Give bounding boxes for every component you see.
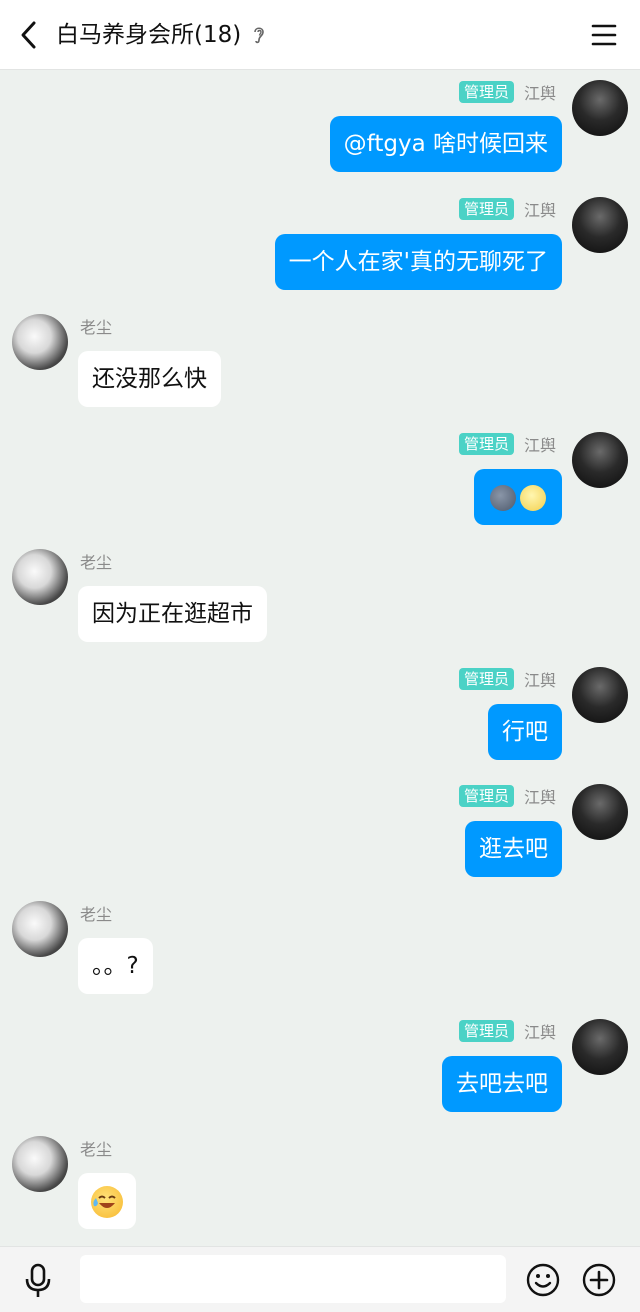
message-bubble[interactable]: 还没那么快 xyxy=(78,351,221,407)
sender-name: 老尘 xyxy=(80,318,113,337)
sender-name: 江舆 xyxy=(523,671,556,690)
sender-name: 老尘 xyxy=(80,1140,113,1159)
laughing-tears-face-icon xyxy=(91,1185,123,1218)
microphone-icon[interactable] xyxy=(22,1263,54,1299)
composer-bar xyxy=(0,1246,640,1312)
sender-avatar[interactable] xyxy=(572,1019,628,1075)
sender-name: 老尘 xyxy=(80,553,113,572)
sender-meta: 老尘 xyxy=(80,1136,112,1160)
message-bubble[interactable]: 一个人在家'真的无聊死了 xyxy=(274,234,562,290)
ear-icon xyxy=(254,27,265,44)
sender-name: 江舆 xyxy=(523,84,556,103)
message-input[interactable] xyxy=(80,1255,506,1303)
sender-meta: 老尘 xyxy=(80,314,112,338)
message-bubble[interactable]: 因为正在逛超市 xyxy=(78,586,267,642)
admin-badge: 管理员 xyxy=(458,785,514,807)
admin-badge: 管理员 xyxy=(458,198,514,220)
sender-meta: 管理员 江舆 xyxy=(458,784,556,808)
message-bubble[interactable] xyxy=(78,1173,136,1229)
sender-avatar[interactable] xyxy=(12,549,68,605)
sender-meta: 管理员 江舆 xyxy=(458,432,556,456)
sender-avatar[interactable] xyxy=(12,901,68,957)
full-moon-face-icon xyxy=(520,484,546,511)
message-bubble[interactable]: 逛去吧 xyxy=(465,821,562,877)
message-bubble[interactable] xyxy=(474,469,562,525)
sender-avatar[interactable] xyxy=(572,80,628,136)
plus-circle-icon[interactable] xyxy=(582,1263,616,1297)
admin-badge: 管理员 xyxy=(458,433,514,455)
back-chevron-icon[interactable] xyxy=(12,16,48,54)
sender-avatar[interactable] xyxy=(12,314,68,370)
sender-name: 江舆 xyxy=(523,1023,556,1042)
sender-meta: 管理员 江舆 xyxy=(458,197,556,221)
sender-meta: 老尘 xyxy=(80,549,112,573)
sender-name: 江舆 xyxy=(523,436,556,455)
chat-header: 白马养身会所(18) xyxy=(0,0,640,70)
message-bubble[interactable]: 去吧去吧 xyxy=(442,1056,562,1112)
sender-avatar[interactable] xyxy=(572,432,628,488)
message-bubble[interactable]: 行吧 xyxy=(488,704,562,760)
admin-badge: 管理员 xyxy=(458,668,514,690)
message-bubble[interactable]: @ftgya 啥时候回来 xyxy=(329,116,562,172)
chat-title-group[interactable]: 白马养身会所(18) xyxy=(56,18,267,52)
sender-avatar[interactable] xyxy=(572,197,628,253)
sender-avatar[interactable] xyxy=(12,1136,68,1192)
new-moon-face-icon xyxy=(490,484,516,511)
admin-badge: 管理员 xyxy=(458,81,514,103)
message-bubble[interactable]: 。。? xyxy=(78,938,153,994)
sender-name: 老尘 xyxy=(80,905,113,924)
menu-icon[interactable] xyxy=(590,20,618,50)
sender-avatar[interactable] xyxy=(572,784,628,840)
sender-meta: 管理员 江舆 xyxy=(458,80,556,104)
chat-title: 白马养身会所(18) xyxy=(56,22,242,48)
sender-meta: 管理员 江舆 xyxy=(458,667,556,691)
admin-badge: 管理员 xyxy=(458,1020,514,1042)
sender-meta: 老尘 xyxy=(80,901,112,925)
sender-meta: 管理员 江舆 xyxy=(458,1019,556,1043)
sender-name: 江舆 xyxy=(523,788,556,807)
smiley-icon[interactable] xyxy=(526,1263,560,1297)
sender-name: 江舆 xyxy=(523,201,556,220)
sender-avatar[interactable] xyxy=(572,667,628,723)
